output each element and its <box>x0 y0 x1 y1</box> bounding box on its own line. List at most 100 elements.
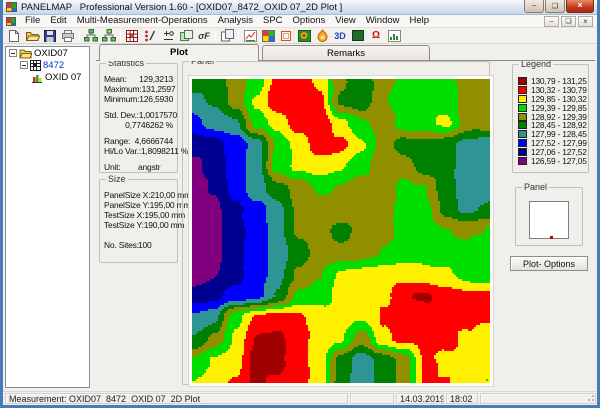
status-cell-empty <box>350 393 394 404</box>
color-table-icon[interactable] <box>259 28 277 43</box>
sites-value: 100 <box>138 240 152 250</box>
tree-item-label[interactable]: OXID 07 <box>45 72 81 83</box>
menu-item-edit[interactable]: Edit <box>45 15 71 27</box>
legend-swatch <box>518 147 527 156</box>
app-window: PANELMAP Professional Version 1.60 - [OX… <box>0 0 600 408</box>
site-marker-dot <box>549 236 553 239</box>
size-label: PanelSize X: <box>104 190 151 200</box>
tab-plot[interactable]: Plot <box>99 44 259 61</box>
status-measurement: Measurement: OXID07_8472_OXID 07_2D Plot <box>5 393 348 404</box>
window-maximize-button[interactable] <box>545 0 565 13</box>
view-3d-icon[interactable]: 3D <box>331 28 349 43</box>
size-title: Size <box>106 174 128 184</box>
stat-value: 4,6666744 <box>134 136 174 146</box>
measurement-chart-icon <box>31 72 43 83</box>
multi-measurement-tree-icon[interactable] <box>82 28 100 43</box>
main-area: Plot Remarks Statistics Mean: 129,3213 Ma… <box>91 44 597 394</box>
trend-chart-icon[interactable] <box>241 28 259 43</box>
folder-icon <box>19 48 32 59</box>
tree-item-8472[interactable]: 8472 <box>6 59 89 71</box>
stat-value: 129,3213 <box>139 74 173 84</box>
menu-item-analysis[interactable]: Analysis <box>213 15 258 27</box>
menu-item-spc[interactable]: SPC <box>258 15 288 27</box>
stat-label: Range: <box>104 136 131 146</box>
size-label: TestSize X: <box>104 210 145 220</box>
legend-groupbox: Legend 130,79 - 131,25 130,32 - 130,79 129… <box>512 59 589 173</box>
menu-item-options[interactable]: Options <box>288 15 331 27</box>
menu-items: File Edit Multi-Measurement-Operations Anal… <box>20 15 434 27</box>
size-value: 195,00 mm <box>144 210 186 220</box>
mdi-buttons <box>542 16 593 27</box>
legend-swatch <box>518 130 527 139</box>
window-minimize-button[interactable] <box>524 0 544 13</box>
legend-swatch <box>518 77 527 86</box>
tree-expander-icon[interactable] <box>20 61 28 69</box>
legend-rows: 130,79 - 131,25 130,32 - 130,79 129,85 - 1… <box>518 76 587 166</box>
menu-item-file[interactable]: File <box>20 15 45 27</box>
legend-swatch <box>518 103 527 112</box>
app-icon <box>6 2 17 12</box>
toolbar-separator <box>238 29 239 42</box>
stat-value: angstr <box>138 162 161 172</box>
print-icon[interactable] <box>59 28 77 43</box>
new-document-icon[interactable] <box>5 28 23 43</box>
title-bar: PANELMAP Professional Version 1.60 - [OX… <box>3 0 597 15</box>
legend-swatch <box>518 156 527 165</box>
legend-swatch <box>518 86 527 95</box>
panel-plot-groupbox: Panel <box>182 56 494 387</box>
contour-canvas[interactable] <box>192 79 490 383</box>
tree-item-label[interactable]: 8472 <box>43 60 64 71</box>
statistics-calc-icon[interactable] <box>159 28 177 43</box>
measurement-tree-panel[interactable]: OXID07 8472 OXID 07 <box>5 46 90 388</box>
toolbar-separator <box>79 29 80 42</box>
tree-item-oxid-07[interactable]: OXID 07 <box>6 71 89 83</box>
statistics-groupbox: Statistics Mean: 129,3213 Maximum: 131,259… <box>99 58 188 173</box>
size-label: TestSize Y: <box>104 220 144 230</box>
toolbar-separator <box>215 29 216 42</box>
mdi-close-button[interactable] <box>578 16 593 27</box>
mini-panel-groupbox: Panel <box>515 182 583 246</box>
map-2d-icon[interactable] <box>295 28 313 43</box>
tab-remarks[interactable]: Remarks <box>262 45 430 60</box>
omega-analysis-icon[interactable]: Ω <box>367 28 385 43</box>
stat-value: 0,7746262 % <box>125 120 173 130</box>
status-time: 18:02 <box>446 393 478 404</box>
tree-item-oxid07[interactable]: OXID07 <box>6 47 89 59</box>
mdi-minimize-button[interactable] <box>544 16 559 27</box>
toolbar: σF 3D Ω <box>3 28 597 44</box>
plot-frame <box>188 75 494 387</box>
size-groupbox: Size PanelSize X: 210,00 mm PanelSize Y: 1… <box>99 174 191 263</box>
sigma-f-icon[interactable]: σF <box>195 28 213 43</box>
menu-item-view[interactable]: View <box>330 15 360 27</box>
menu-item-multi-measurement-operations[interactable]: Multi-Measurement-Operations <box>72 15 213 27</box>
legend-row: 126,59 - 127,05 <box>518 156 587 166</box>
resize-grip-icon[interactable] <box>586 394 595 403</box>
status-date: 14.03.2019 <box>396 393 444 404</box>
legend-swatch <box>518 138 527 147</box>
site-editor-icon[interactable] <box>141 28 159 43</box>
histogram-icon[interactable] <box>385 28 403 43</box>
plot-options-button[interactable]: Plot- Options <box>510 256 588 271</box>
copy-icon[interactable] <box>218 28 236 43</box>
menu-item-help[interactable]: Help <box>405 15 435 27</box>
mdi-restore-button[interactable] <box>561 16 576 27</box>
panel-outline <box>529 201 569 239</box>
status-bar: Measurement: OXID07_8472_OXID 07_2D Plot… <box>3 391 597 405</box>
size-label: PanelSize Y: <box>104 200 150 210</box>
stat-label: Std. Dev.: <box>104 110 139 120</box>
legend-swatch <box>518 121 527 130</box>
tree-expander-icon[interactable] <box>9 49 17 57</box>
panel-editor-icon[interactable] <box>123 28 141 43</box>
multi-measurement-link-icon[interactable] <box>100 28 118 43</box>
window-title: PANELMAP Professional Version 1.60 - [OX… <box>21 1 343 13</box>
panel-copy-icon[interactable] <box>177 28 195 43</box>
window-close-button[interactable] <box>566 0 594 13</box>
panel-fill-icon[interactable] <box>349 28 367 43</box>
open-folder-icon[interactable] <box>23 28 41 43</box>
panel-frame-icon[interactable] <box>277 28 295 43</box>
tree-item-label[interactable]: OXID07 <box>34 48 68 59</box>
menu-item-window[interactable]: Window <box>361 15 405 27</box>
document-icon <box>6 16 16 26</box>
save-icon[interactable] <box>41 28 59 43</box>
hotspot-icon[interactable] <box>313 28 331 43</box>
